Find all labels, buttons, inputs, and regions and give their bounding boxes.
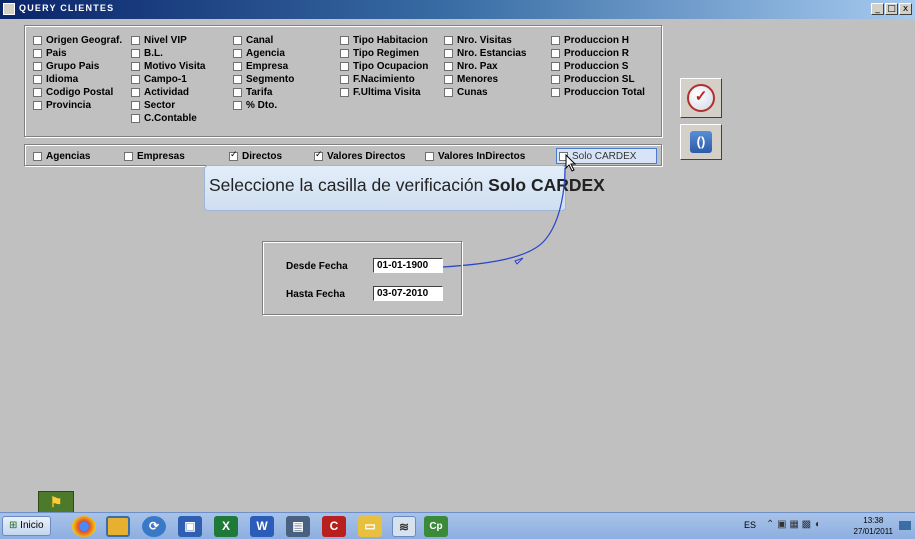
mouse-cursor-icon [565,154,577,172]
windows-logo-icon: ⊞ [9,520,18,531]
start-button[interactable]: ⊞ Inicio [2,516,51,536]
system-tray: ES ⌃ ▣ ▦ ▩ ◖ 13:38 27/01/2011 [740,513,915,539]
network-icon[interactable]: ▤ [286,516,310,537]
excel-icon[interactable]: X [214,516,238,537]
sql-icon[interactable]: ≋ [392,516,416,537]
date-range-group [262,241,462,315]
app-icon-2[interactable] [106,516,130,537]
tray-icons: ⌃ ▣ ▦ ▩ ◖ [766,519,820,530]
cp-icon[interactable]: Cp [424,516,448,537]
chrome-icon[interactable] [72,516,96,537]
word-icon[interactable]: W [250,516,274,537]
c-icon[interactable]: C [322,516,346,537]
desde-fecha-input[interactable] [373,258,443,273]
show-desktop-icon[interactable] [899,521,911,530]
language-indicator[interactable]: ES [744,520,756,530]
hasta-fecha-label: Hasta Fecha [286,289,345,300]
taskbar: ⊞ Inicio ⟳ ▣ X W ▤ C ▭ ≋ Cp ES ⌃ ▣ ▦ ▩ ◖… [0,512,915,539]
folder-icon[interactable]: ▭ [358,516,382,537]
hasta-fecha-input[interactable] [373,286,443,301]
desde-fecha-label: Desde Fecha [286,261,348,272]
hotel-app-icon[interactable]: ⚑ [38,491,74,513]
clock[interactable]: 13:38 27/01/2011 [854,515,893,537]
save-icon[interactable]: ▣ [178,516,202,537]
sync-icon[interactable]: ⟳ [142,516,166,537]
